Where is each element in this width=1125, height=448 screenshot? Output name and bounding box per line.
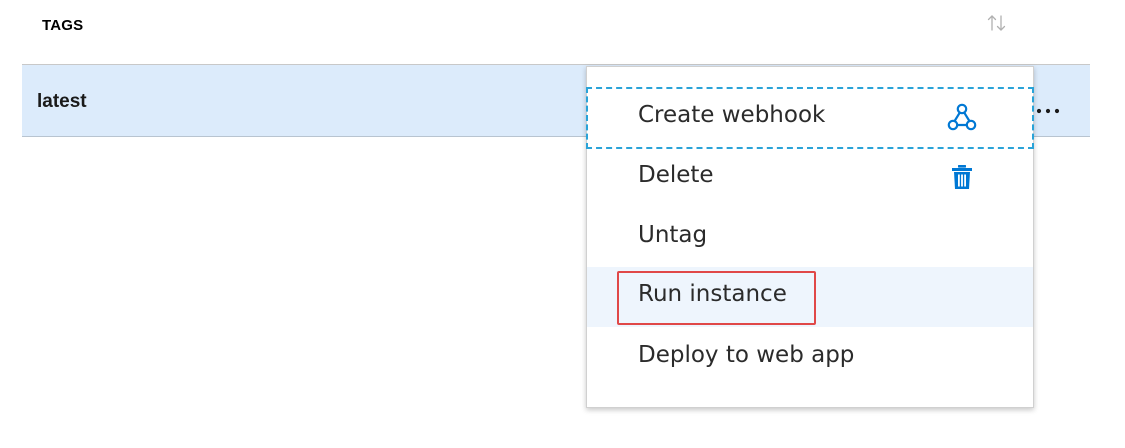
menu-item-label: Create webhook [638, 102, 826, 128]
ellipsis-icon[interactable] [1034, 98, 1068, 122]
trash-icon [952, 165, 972, 189]
context-menu: Create webhook Delete Untag Run instance… [586, 66, 1034, 408]
tag-name: latest [37, 91, 87, 112]
tags-column-header[interactable]: TAGS [42, 17, 83, 34]
menu-item-label: Untag [638, 222, 708, 248]
menu-item-label: Deploy to web app [638, 342, 855, 368]
menu-item-label: Delete [638, 162, 714, 188]
page: TAGS latest Create webhook Delete Untag … [0, 0, 1125, 448]
menu-item-delete[interactable]: Delete [587, 148, 1033, 208]
menu-item-label: Run instance [638, 281, 787, 307]
sort-up-down-icon[interactable] [984, 12, 1010, 34]
menu-item-create-webhook[interactable]: Create webhook [586, 87, 1034, 149]
webhook-icon [947, 103, 977, 131]
menu-item-run-instance[interactable]: Run instance [587, 267, 1033, 327]
menu-item-untag[interactable]: Untag [587, 208, 1033, 268]
menu-item-deploy-to-web-app[interactable]: Deploy to web app [587, 328, 1033, 388]
